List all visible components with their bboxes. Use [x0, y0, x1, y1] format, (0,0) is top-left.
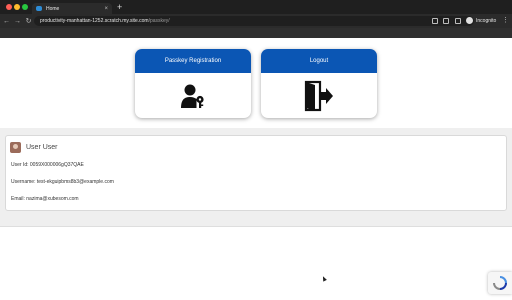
browser-toolbar: ← → ↻ productivity-manhattan-1252.scratc…	[0, 14, 512, 28]
tab-title: Home	[46, 5, 60, 12]
url-text: productivity-manhattan-1252.scratch.my.s…	[40, 18, 170, 24]
card-title: Passkey Registration	[135, 49, 251, 73]
eye-off-icon[interactable]	[432, 18, 438, 24]
browser-tab-home[interactable]: Home ×	[32, 3, 112, 14]
close-window-button[interactable]	[6, 4, 12, 10]
url-path: /passkey/	[148, 18, 170, 24]
divider	[0, 226, 512, 227]
address-bar[interactable]: productivity-manhattan-1252.scratch.my.s…	[34, 16, 474, 26]
card-body	[135, 73, 251, 118]
user-id: User Id: 0059X000006gQ37QAE	[11, 162, 84, 168]
incognito-indicator[interactable]: Incognito	[466, 17, 496, 24]
recaptcha-badge[interactable]	[488, 272, 512, 294]
reload-button[interactable]: ↻	[24, 17, 33, 25]
logout-door-icon	[304, 80, 333, 111]
maximize-window-button[interactable]	[22, 4, 28, 10]
card-body	[261, 73, 377, 118]
bookmark-star-icon[interactable]	[443, 18, 449, 24]
back-button[interactable]: ←	[2, 18, 11, 25]
new-tab-button[interactable]: +	[117, 2, 122, 12]
card-title: Logout	[261, 49, 377, 73]
mouse-cursor-icon	[321, 275, 327, 282]
site-header-bar	[0, 28, 512, 38]
username: Username: test-ekguipbms8b3@example.com	[11, 179, 114, 185]
recaptcha-icon	[493, 276, 507, 290]
user-key-icon	[181, 84, 204, 108]
salesforce-cloud-icon	[36, 6, 42, 11]
url-host: productivity-manhattan-1252.scratch.my.s…	[40, 18, 149, 24]
user-header: User User	[10, 142, 58, 153]
tab-close-icon[interactable]: ×	[104, 6, 108, 12]
incognito-label: Incognito	[476, 17, 497, 24]
passkey-registration-card[interactable]: Passkey Registration	[135, 49, 251, 118]
browser-menu-button[interactable]: ⋮	[502, 16, 509, 25]
side-panel-icon[interactable]	[455, 18, 461, 24]
minimize-window-button[interactable]	[14, 4, 20, 10]
avatar	[10, 142, 21, 153]
user-name: User User	[26, 144, 58, 151]
incognito-icon	[466, 17, 473, 24]
logout-card[interactable]: Logout	[261, 49, 377, 118]
user-info-panel: User User User Id: 0059X000006gQ37QAE Us…	[5, 135, 507, 211]
forward-button[interactable]: →	[13, 18, 22, 25]
browser-tab-strip: Home × +	[0, 0, 512, 14]
email: Email: nazima@xubesom.com	[11, 196, 79, 202]
